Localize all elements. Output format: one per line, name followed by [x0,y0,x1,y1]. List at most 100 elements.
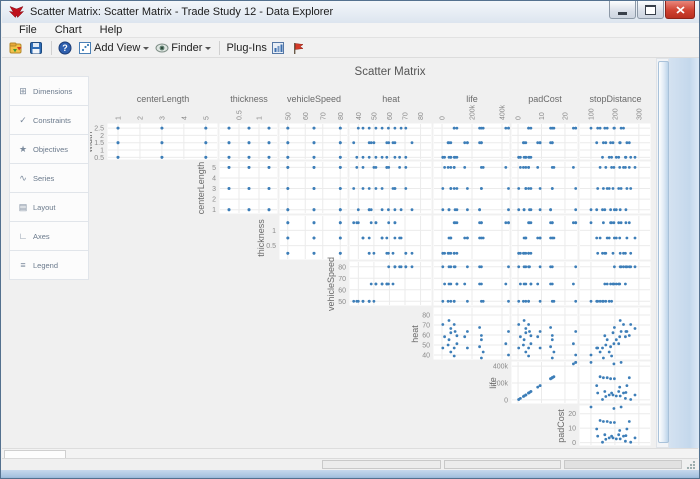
data-point[interactable] [519,166,522,169]
data-point[interactable] [602,376,605,379]
data-point[interactable] [524,394,527,397]
data-point[interactable] [536,335,539,338]
data-point[interactable] [504,221,507,224]
data-point[interactable] [590,300,593,303]
data-point[interactable] [448,319,451,322]
data-point[interactable] [248,156,251,159]
data-point[interactable] [456,221,459,224]
data-point[interactable] [539,141,542,144]
data-point[interactable] [248,208,251,211]
data-point[interactable] [453,252,456,255]
data-point[interactable] [482,237,485,240]
data-point[interactable] [357,300,360,303]
scatter-cell[interactable] [350,162,432,214]
data-point[interactable] [622,392,625,395]
data-point[interactable] [618,386,621,389]
data-point[interactable] [466,237,469,240]
vertical-scrollbar[interactable] [656,58,669,448]
data-point[interactable] [478,208,481,211]
data-point[interactable] [613,166,616,169]
data-point[interactable] [404,265,407,268]
data-point[interactable] [522,141,525,144]
menu-file[interactable]: File [10,23,46,37]
data-point[interactable] [617,187,620,190]
data-point[interactable] [522,344,525,347]
data-point[interactable] [387,166,390,169]
data-point[interactable] [480,187,483,190]
data-point[interactable] [551,283,554,286]
resize-grip[interactable] [686,461,695,469]
data-point[interactable] [447,252,450,255]
data-point[interactable] [539,347,542,350]
data-point[interactable] [454,330,457,333]
data-point[interactable] [620,330,623,333]
data-point[interactable] [228,141,231,144]
data-point[interactable] [613,421,616,424]
data-point[interactable] [286,127,289,130]
data-point[interactable] [522,252,525,255]
data-point[interactable] [599,166,602,169]
data-point[interactable] [453,156,456,159]
menu-chart[interactable]: Chart [46,23,91,37]
data-point[interactable] [549,345,552,348]
data-point[interactable] [449,351,452,354]
data-point[interactable] [619,208,622,211]
data-point[interactable] [620,265,623,268]
open-project-button[interactable] [7,39,27,57]
data-point[interactable] [370,283,373,286]
data-point[interactable] [441,265,444,268]
data-point[interactable] [530,208,533,211]
scatter-cell[interactable] [512,124,578,160]
data-point[interactable] [551,357,554,360]
data-point[interactable] [394,187,397,190]
data-point[interactable] [387,141,390,144]
data-point[interactable] [606,127,609,130]
data-point[interactable] [551,141,554,144]
data-point[interactable] [466,265,469,268]
data-point[interactable] [400,237,403,240]
data-point[interactable] [625,434,628,437]
data-point[interactable] [375,187,378,190]
data-point[interactable] [628,141,631,144]
data-point[interactable] [339,252,342,255]
data-point[interactable] [286,237,289,240]
data-point[interactable] [617,156,620,159]
data-point[interactable] [613,326,616,329]
data-point[interactable] [375,166,378,169]
data-point[interactable] [480,141,483,144]
flag-button[interactable] [289,39,309,57]
data-point[interactable] [622,323,625,326]
data-point[interactable] [613,407,616,410]
data-point[interactable] [523,265,526,268]
data-point[interactable] [572,342,575,345]
data-point[interactable] [610,156,613,159]
data-point[interactable] [618,429,621,432]
data-point[interactable] [604,166,607,169]
data-point[interactable] [599,127,602,130]
data-point[interactable] [604,300,607,303]
data-point[interactable] [553,300,556,303]
data-point[interactable] [572,283,575,286]
data-point[interactable] [619,319,622,322]
data-point[interactable] [536,166,539,169]
data-point[interactable] [524,283,527,286]
data-point[interactable] [268,141,271,144]
data-point[interactable] [339,127,342,130]
data-point[interactable] [606,187,609,190]
data-point[interactable] [606,376,609,379]
data-point[interactable] [387,283,390,286]
data-point[interactable] [286,187,289,190]
data-point[interactable] [574,265,577,268]
data-point[interactable] [507,265,510,268]
data-point[interactable] [527,300,530,303]
data-point[interactable] [617,433,620,436]
data-point[interactable] [620,361,623,364]
data-point[interactable] [161,156,164,159]
data-point[interactable] [523,338,526,341]
data-point[interactable] [595,208,598,211]
data-point[interactable] [553,127,556,130]
data-point[interactable] [449,252,452,255]
data-point[interactable] [339,166,342,169]
data-point[interactable] [357,127,360,130]
data-point[interactable] [604,344,607,347]
